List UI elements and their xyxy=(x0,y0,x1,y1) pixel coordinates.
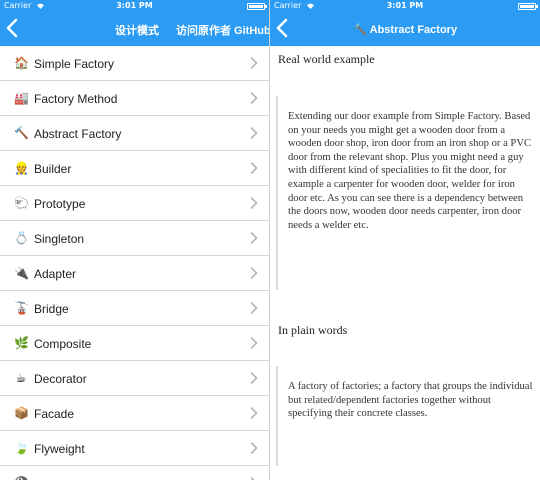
chevron-right-icon xyxy=(250,92,258,104)
sheep-icon: 🐑 xyxy=(14,196,29,210)
nav-bar: 🔨 Abstract Factory xyxy=(270,12,540,46)
pattern-detail-screen: Carrier 3:01 PM 🔨 Abstract Factory Real w… xyxy=(270,0,540,480)
chevron-right-icon xyxy=(250,372,258,384)
status-bar: Carrier 3:01 PM xyxy=(0,0,269,12)
nav-bar: 设计模式 访问原作者 GitHub xyxy=(0,12,269,46)
list-item-label: Prototype xyxy=(34,197,86,211)
list-item[interactable]: 🔨 Abstract Factory xyxy=(0,116,269,151)
list-item-label: Decorator xyxy=(34,372,87,386)
hammer-icon: 🔨 xyxy=(352,23,367,36)
list-item[interactable]: 🔌 Adapter xyxy=(0,256,269,291)
list-item-label: Singleton xyxy=(34,232,85,246)
herb-icon: 🌿 xyxy=(14,336,29,350)
tram-icon: 🚡 xyxy=(14,301,29,315)
list-item-label: Builder xyxy=(34,162,72,176)
partial-icon: 🎱 xyxy=(14,476,29,480)
section-heading-plain-words: In plain words xyxy=(278,323,348,337)
list-item[interactable]: 🐑 Prototype xyxy=(0,186,269,221)
list-item[interactable]: 📦 Facade xyxy=(0,396,269,431)
plug-icon: 🔌 xyxy=(14,266,29,280)
chevron-right-icon xyxy=(250,127,258,139)
hammer-icon: 🔨 xyxy=(14,126,29,140)
list-item[interactable]: 🚡 Bridge xyxy=(0,291,269,326)
battery-icon xyxy=(247,3,267,10)
chevron-right-icon xyxy=(250,162,258,174)
status-time: 3:01 PM xyxy=(116,1,153,10)
list-item[interactable]: 🏠 Simple Factory xyxy=(0,46,269,81)
page-title: 🔨 Abstract Factory xyxy=(270,23,540,36)
list-item[interactable]: 💍 Singleton xyxy=(0,221,269,256)
ring-icon: 💍 xyxy=(14,231,29,245)
battery-icon xyxy=(518,3,538,10)
list-item-label: Factory Method xyxy=(34,92,118,106)
chevron-right-icon xyxy=(250,197,258,209)
list-item[interactable]: ☕ Decorator xyxy=(0,361,269,396)
list-item-label: Simple Factory xyxy=(34,57,115,71)
chevron-right-icon xyxy=(250,337,258,349)
list-item[interactable]: 🍃 Flyweight xyxy=(0,431,269,466)
coffee-icon: ☕ xyxy=(15,371,27,385)
list-item-label: Abstract Factory xyxy=(34,127,122,141)
github-link[interactable]: 访问原作者 GitHub xyxy=(176,22,269,38)
pattern-list: 🏠 Simple Factory 🏭 Factory Method 🔨 Abstract … xyxy=(0,46,269,480)
chevron-right-icon xyxy=(250,442,258,454)
chevron-right-icon xyxy=(250,267,258,279)
construction-worker-icon: 👷 xyxy=(14,161,29,175)
page-title-text: Abstract Factory xyxy=(369,24,458,36)
leaf-icon: 🍃 xyxy=(14,441,29,455)
blockquote-real-world: Extending our door example from Simple F… xyxy=(276,96,534,290)
list-item[interactable]: 🌿 Composite xyxy=(0,326,269,361)
section-heading-real-world: Real world example xyxy=(278,52,375,66)
blockquote-plain-words: A factory of factories; a factory that g… xyxy=(276,366,534,466)
quote-text-plain-words: A factory of factories; a factory that g… xyxy=(288,381,533,420)
list-item-label: Facade xyxy=(34,407,75,421)
article-content: Real world example Extending our door ex… xyxy=(270,46,540,480)
chevron-right-icon xyxy=(250,232,258,244)
list-item[interactable]: 🏭 Factory Method xyxy=(0,81,269,116)
chevron-right-icon xyxy=(250,302,258,314)
list-item-label: Flyweight xyxy=(34,442,85,456)
package-icon: 📦 xyxy=(14,406,29,420)
list-item-label: Adapter xyxy=(34,267,77,281)
chevron-right-icon xyxy=(250,407,258,419)
list-item-label: Bridge xyxy=(34,302,69,316)
list-item[interactable]: 👷 Builder xyxy=(0,151,269,186)
factory-icon: 🏭 xyxy=(14,91,29,105)
quote-text-real-world: Extending our door example from Simple F… xyxy=(288,111,532,231)
chevron-left-icon[interactable] xyxy=(6,18,26,40)
list-item-label: Composite xyxy=(34,337,92,351)
house-icon: 🏠 xyxy=(14,56,29,70)
chevron-right-icon xyxy=(250,57,258,69)
patterns-link[interactable]: 设计模式 xyxy=(115,22,159,38)
status-bar: Carrier 3:01 PM xyxy=(270,0,540,12)
status-time: 3:01 PM xyxy=(386,1,424,10)
list-item[interactable]: 🎱 xyxy=(0,466,269,480)
pattern-list-screen: Carrier 3:01 PM 设计模式 访问原作者 GitHub 🏠 Simpl… xyxy=(0,0,270,480)
